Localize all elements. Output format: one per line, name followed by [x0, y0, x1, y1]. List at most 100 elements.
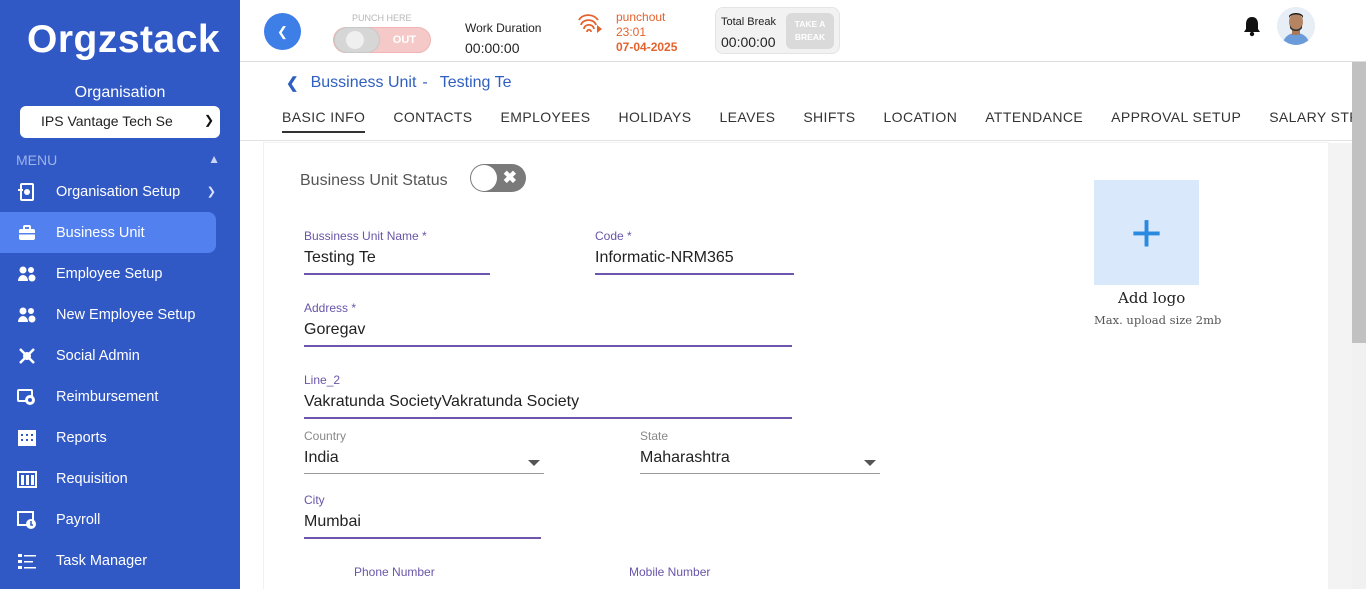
business-unit-name-field[interactable]: Bussiness Unit Name * Testing Te	[304, 229, 490, 275]
sidebar-item-employee-setup[interactable]: Employee Setup	[0, 253, 216, 294]
fingerprint-icon	[578, 14, 602, 33]
city-field[interactable]: City Mumbai	[304, 493, 541, 539]
field-label: City	[304, 493, 325, 507]
reports-icon	[16, 428, 38, 448]
total-break-label: Total Break	[721, 16, 777, 28]
main-content: ❮ Bussiness Unit - Testing Te BASIC INFO…	[240, 62, 1352, 589]
app-logo: Orgzstack	[27, 18, 221, 61]
mobile-field[interactable]: Mobile Number	[629, 565, 829, 579]
code-field[interactable]: Code * Informatic-NRM365	[595, 229, 794, 275]
menu-label: MENU	[16, 152, 58, 168]
sidebar-item-organisation-setup[interactable]: Organisation Setup ❯	[0, 171, 216, 212]
line2-input[interactable]: Vakratunda SocietyVakratunda Society	[304, 393, 792, 419]
reimbursement-icon	[16, 387, 38, 407]
tab-shifts[interactable]: SHIFTS	[803, 109, 855, 133]
take-break-button[interactable]: TAKE A BREAK	[786, 13, 834, 49]
address-field[interactable]: Address * Goregav	[304, 301, 792, 347]
punchout-time: 23:01	[616, 25, 647, 39]
tab-employees[interactable]: EMPLOYEES	[501, 109, 591, 133]
breadcrumb-business-unit[interactable]: Bussiness Unit	[311, 74, 417, 92]
dropdown-arrow-icon	[528, 460, 540, 466]
state-select[interactable]: State Maharashtra	[640, 429, 880, 474]
top-bar: ❮ PUNCH HERE OUT Work Duration 00:00:00 …	[240, 0, 1366, 62]
sidebar-item-social-admin[interactable]: Social Admin	[0, 335, 216, 376]
requisition-icon	[16, 469, 38, 489]
add-logo-label: Add logo	[1118, 289, 1186, 307]
sidebar-item-new-employee-setup[interactable]: New Employee Setup	[0, 294, 216, 335]
add-logo-button[interactable]: +	[1094, 180, 1199, 285]
punch-toggle-knob	[334, 27, 380, 53]
organisation-select-value: IPS Vantage Tech Se	[41, 113, 173, 129]
status-label: Business Unit Status	[300, 172, 448, 189]
total-break-value: 00:00:00	[721, 34, 776, 50]
tab-salary-structure[interactable]: SALARY STRUCTURE	[1269, 109, 1352, 133]
social-admin-icon	[16, 346, 38, 366]
breadcrumb-separator: -	[422, 74, 428, 91]
tab-location[interactable]: LOCATION	[884, 109, 958, 133]
break-panel: Total Break 00:00:00 TAKE A BREAK	[715, 7, 840, 54]
plus-icon: +	[1130, 202, 1163, 263]
field-label: Code *	[595, 229, 632, 243]
back-arrow-icon[interactable]: ❮	[286, 74, 299, 92]
sidebar-item-label: Organisation Setup	[56, 183, 181, 200]
line2-field[interactable]: Line_2 Vakratunda SocietyVakratunda Soci…	[304, 373, 792, 419]
sidebar: Orgzstack Organisation IPS Vantage Tech …	[0, 0, 240, 589]
punchout-date: 07-04-2025	[616, 40, 678, 54]
new-employee-setup-icon	[16, 305, 38, 325]
menu-header[interactable]: MENU ▲	[16, 152, 224, 168]
tab-attendance[interactable]: ATTENDANCE	[985, 109, 1083, 133]
city-input[interactable]: Mumbai	[304, 513, 541, 539]
state-value[interactable]: Maharashtra	[640, 449, 880, 474]
sidebar-item-label: Employee Setup	[56, 265, 163, 282]
payroll-icon	[16, 510, 38, 530]
punchout-info: punchout 23:01 07-04-2025	[616, 10, 677, 55]
country-select[interactable]: Country India	[304, 429, 544, 474]
status-toggle-knob	[471, 165, 497, 191]
code-input[interactable]: Informatic-NRM365	[595, 249, 794, 275]
avatar[interactable]	[1277, 7, 1315, 45]
sidebar-item-reports[interactable]: Reports	[0, 417, 216, 458]
sidebar-item-payroll[interactable]: Payroll	[0, 499, 216, 540]
chevron-left-icon: ❮	[277, 23, 288, 39]
tab-bar: BASIC INFO CONTACTS EMPLOYEES HOLIDAYS L…	[282, 109, 1352, 137]
employee-setup-icon	[16, 264, 38, 284]
sidebar-item-label: Reimbursement	[56, 388, 159, 405]
tab-leaves[interactable]: LEAVES	[719, 109, 775, 133]
take-break-line1: TAKE A	[794, 19, 826, 29]
chevron-up-icon: ▲	[208, 152, 220, 166]
chevron-down-icon: ❯	[203, 113, 214, 127]
basic-info-form: Business Unit Status ✖ Bussiness Unit Na…	[264, 143, 1328, 589]
sidebar-item-label: Payroll	[56, 511, 101, 528]
punch-toggle[interactable]: OUT	[333, 27, 431, 53]
collapse-sidebar-button[interactable]: ❮	[264, 13, 301, 50]
sidebar-item-label: Business Unit	[56, 224, 145, 241]
close-icon: ✖	[502, 168, 517, 187]
punchout-label: punchout	[616, 10, 666, 24]
briefcase-icon	[16, 223, 38, 243]
sidebar-item-label: Requisition	[56, 470, 128, 487]
punch-here-label: PUNCH HERE	[352, 13, 412, 23]
tab-holidays[interactable]: HOLIDAYS	[619, 109, 692, 133]
sidebar-item-task-manager[interactable]: Task Manager	[0, 540, 216, 581]
work-duration-label: Work Duration	[465, 21, 542, 35]
address-input[interactable]: Goregav	[304, 321, 792, 347]
sidebar-item-requisition[interactable]: Requisition	[0, 458, 216, 499]
organisation-select[interactable]: IPS Vantage Tech Se ❯	[20, 106, 220, 138]
sidebar-item-business-unit[interactable]: Business Unit	[0, 212, 216, 253]
scrollbar-thumb[interactable]	[1352, 62, 1366, 343]
country-value[interactable]: India	[304, 449, 544, 474]
tab-basic-info[interactable]: BASIC INFO	[282, 109, 366, 133]
phone-field[interactable]: Phone Number	[354, 565, 554, 579]
field-label: Phone Number	[354, 565, 435, 579]
right-gutter	[1328, 143, 1352, 589]
tab-approval-setup[interactable]: APPROVAL SETUP	[1111, 109, 1241, 133]
tab-contacts[interactable]: CONTACTS	[393, 109, 472, 133]
sidebar-item-label: Reports	[56, 429, 107, 446]
business-unit-name-input[interactable]: Testing Te	[304, 249, 490, 275]
scrollbar[interactable]	[1352, 62, 1366, 589]
status-toggle[interactable]: ✖	[470, 164, 526, 192]
sidebar-item-reimbursement[interactable]: Reimbursement	[0, 376, 216, 417]
organisation-label: Organisation	[74, 84, 166, 101]
field-label: State	[640, 429, 669, 443]
bell-icon[interactable]	[1242, 15, 1262, 37]
